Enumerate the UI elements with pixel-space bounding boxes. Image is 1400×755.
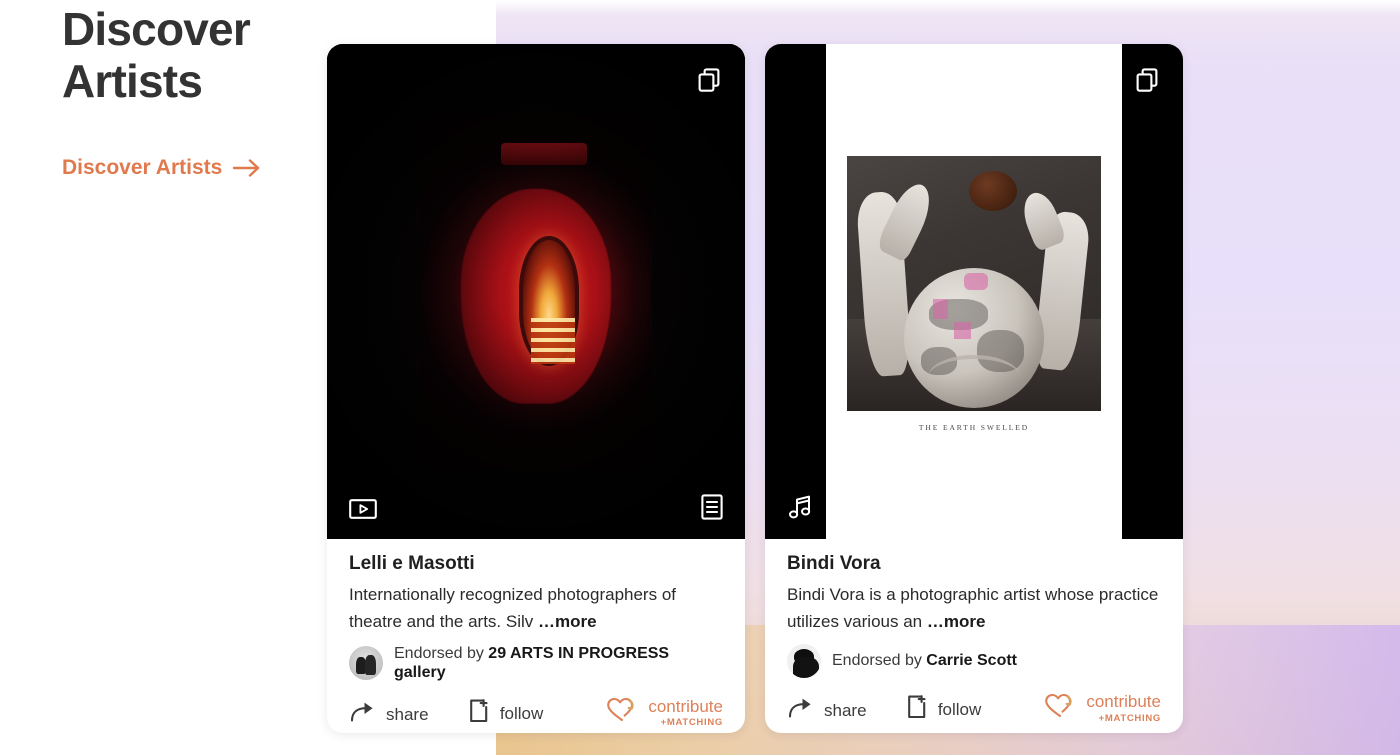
contribute-label: contribute <box>648 696 723 716</box>
endorsed-prefix: Endorsed by <box>832 652 922 670</box>
copy-icon[interactable] <box>1132 65 1162 95</box>
artwork-image: THE EARTH SWELLED <box>765 44 1183 539</box>
copy-icon[interactable] <box>694 65 724 95</box>
heart-arrow-icon <box>1043 692 1077 725</box>
artist-name: Lelli e Masotti <box>349 553 475 574</box>
artist-name: Bindi Vora <box>787 553 881 574</box>
card-actions: share follow contribute +MATCHING <box>327 696 745 733</box>
endorsement-text: Endorsed by 29 ARTS IN PROGRESS gallery <box>394 644 723 682</box>
endorsed-prefix: Endorsed by <box>394 645 484 663</box>
music-note-icon[interactable] <box>786 493 814 521</box>
endorsement: Endorsed by Carrie Scott <box>787 644 1161 679</box>
artist-card[interactable]: Lelli e Masotti Internationally recogniz… <box>327 44 745 733</box>
endorser-name[interactable]: Carrie Scott <box>926 652 1017 669</box>
artist-card[interactable]: THE EARTH SWELLED Bindi Vora Bindi Vora … <box>765 44 1183 733</box>
follow-label: follow <box>499 703 544 723</box>
document-icon[interactable] <box>700 493 724 521</box>
contribute-text: contribute +MATCHING <box>1086 693 1161 723</box>
video-icon[interactable] <box>348 497 378 521</box>
artist-card-list: Lelli e Masotti Internationally recogniz… <box>327 44 1183 733</box>
page-root: Discover Artists Discover Artists Lelli … <box>0 0 1400 755</box>
artist-bio: Bindi Vora is a photographic artist whos… <box>787 582 1161 635</box>
card-body: Lelli e Masotti Internationally recogniz… <box>327 539 745 682</box>
endorsement: Endorsed by 29 ARTS IN PROGRESS gallery <box>349 644 723 682</box>
share-label: share <box>824 700 867 720</box>
endorsement-text: Endorsed by Carrie Scott <box>832 651 1017 670</box>
avatar <box>349 646 383 681</box>
contribute-matching-label: +MATCHING <box>1098 712 1161 724</box>
follow-page-plus-icon <box>905 694 929 725</box>
read-more-link[interactable]: …more <box>927 612 986 631</box>
page-title: Discover Artists <box>62 3 251 107</box>
contribute-matching-label: +MATCHING <box>660 716 723 728</box>
share-button[interactable]: share <box>787 696 905 725</box>
avatar <box>787 644 821 679</box>
arrow-right-icon <box>232 157 262 179</box>
discover-artists-link[interactable]: Discover Artists <box>62 156 262 180</box>
artist-bio-text: Internationally recognized photographers… <box>349 585 676 631</box>
artwork-image <box>327 44 745 539</box>
share-button[interactable]: share <box>349 700 467 729</box>
follow-page-plus-icon <box>467 698 491 729</box>
card-body: Bindi Vora Bindi Vora is a photographic … <box>765 539 1183 679</box>
share-icon <box>787 696 815 725</box>
artist-bio: Internationally recognized photographers… <box>349 582 723 635</box>
contribute-button[interactable]: contribute +MATCHING <box>605 696 723 729</box>
read-more-link[interactable]: …more <box>538 612 597 631</box>
follow-label: follow <box>937 699 982 719</box>
share-icon <box>349 700 377 729</box>
share-label: share <box>386 704 429 724</box>
card-media[interactable] <box>327 44 745 539</box>
follow-button[interactable]: follow <box>905 694 1044 725</box>
contribute-button[interactable]: contribute +MATCHING <box>1043 692 1161 725</box>
contribute-text: contribute +MATCHING <box>648 696 723 728</box>
artwork-caption: THE EARTH SWELLED <box>918 423 1030 432</box>
discover-artists-link-label: Discover Artists <box>62 156 223 180</box>
card-media[interactable]: THE EARTH SWELLED <box>765 44 1183 539</box>
heart-arrow-icon <box>605 696 639 729</box>
follow-button[interactable]: follow <box>467 698 606 729</box>
card-actions: share follow contribute +MATCHING <box>765 692 1183 733</box>
contribute-label: contribute <box>1086 692 1161 712</box>
